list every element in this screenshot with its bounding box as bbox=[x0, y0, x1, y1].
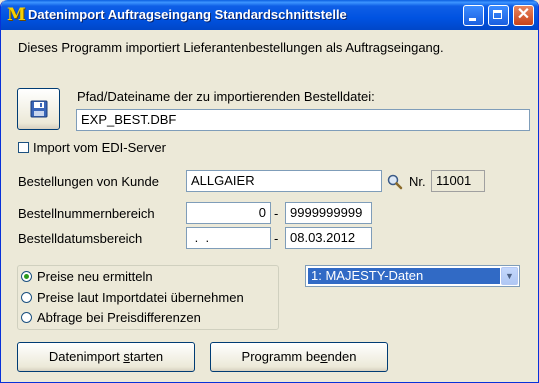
order-date-from-input[interactable]: . . bbox=[186, 227, 271, 249]
radio-label-import-prices: Preise laut Importdatei übernehmen bbox=[37, 290, 244, 305]
search-icon[interactable] bbox=[387, 174, 403, 190]
order-date-range-label: Bestelldatumsbereich bbox=[18, 231, 143, 246]
radio-label-recalculate-prices: Preise neu ermitteln bbox=[37, 269, 153, 284]
edi-server-label: Import vom EDI-Server bbox=[33, 140, 166, 155]
customer-label: Bestellungen von Kunde bbox=[18, 174, 159, 189]
date-range-separator: - bbox=[274, 231, 279, 246]
maximize-icon bbox=[493, 10, 502, 19]
window-title: Datenimport Auftragseingang Standardschn… bbox=[28, 7, 347, 22]
order-number-to-input[interactable]: 9999999999 bbox=[285, 202, 372, 224]
customer-nr-label: Nr. bbox=[409, 174, 426, 189]
end-program-button[interactable]: Programm beenden bbox=[210, 342, 388, 372]
dialog-window: M Datenimport Auftragseingang Standardsc… bbox=[0, 0, 539, 383]
order-date-to-input[interactable]: 08.03.2012 bbox=[285, 227, 372, 249]
edi-server-checkbox[interactable] bbox=[18, 142, 29, 153]
radio-recalculate-prices[interactable] bbox=[21, 271, 32, 282]
file-path-label: Pfad/Dateiname der zu importierenden Bes… bbox=[77, 89, 375, 104]
title-bar[interactable]: M Datenimport Auftragseingang Standardsc… bbox=[1, 0, 538, 30]
save-file-button[interactable] bbox=[17, 88, 60, 130]
radio-ask-on-difference[interactable] bbox=[21, 312, 32, 323]
radio-label-ask-on-difference: Abfrage bei Preisdifferenzen bbox=[37, 310, 201, 325]
order-number-range-label: Bestellnummernbereich bbox=[18, 206, 155, 221]
start-import-label: Datenimport starten bbox=[48, 349, 164, 364]
app-logo-icon: M bbox=[7, 5, 26, 25]
customer-nr-value: 11001 bbox=[431, 170, 485, 192]
start-import-button[interactable]: Datenimport starten bbox=[17, 342, 195, 372]
floppy-disk-icon bbox=[30, 100, 48, 118]
data-source-select[interactable]: 1: MAJESTY-Daten ▼ bbox=[305, 265, 520, 287]
radio-import-prices[interactable] bbox=[21, 292, 32, 303]
chevron-down-icon[interactable]: ▼ bbox=[501, 267, 518, 285]
minimize-button[interactable] bbox=[463, 5, 484, 26]
end-program-label: Programm beenden bbox=[241, 349, 357, 364]
file-path-input[interactable]: EXP_BEST.DBF bbox=[76, 109, 530, 131]
close-button[interactable]: ✕ bbox=[513, 5, 534, 26]
maximize-button[interactable] bbox=[488, 5, 509, 26]
order-number-from-input[interactable]: 0 bbox=[186, 202, 271, 224]
customer-input[interactable]: ALLGAIER bbox=[186, 170, 382, 192]
minimize-icon bbox=[469, 18, 476, 21]
intro-text: Dieses Programm importiert Lieferantenbe… bbox=[18, 40, 444, 55]
close-icon: ✕ bbox=[516, 6, 531, 23]
order-range-separator: - bbox=[274, 206, 279, 221]
data-source-selected-value: 1: MAJESTY-Daten bbox=[308, 268, 500, 284]
